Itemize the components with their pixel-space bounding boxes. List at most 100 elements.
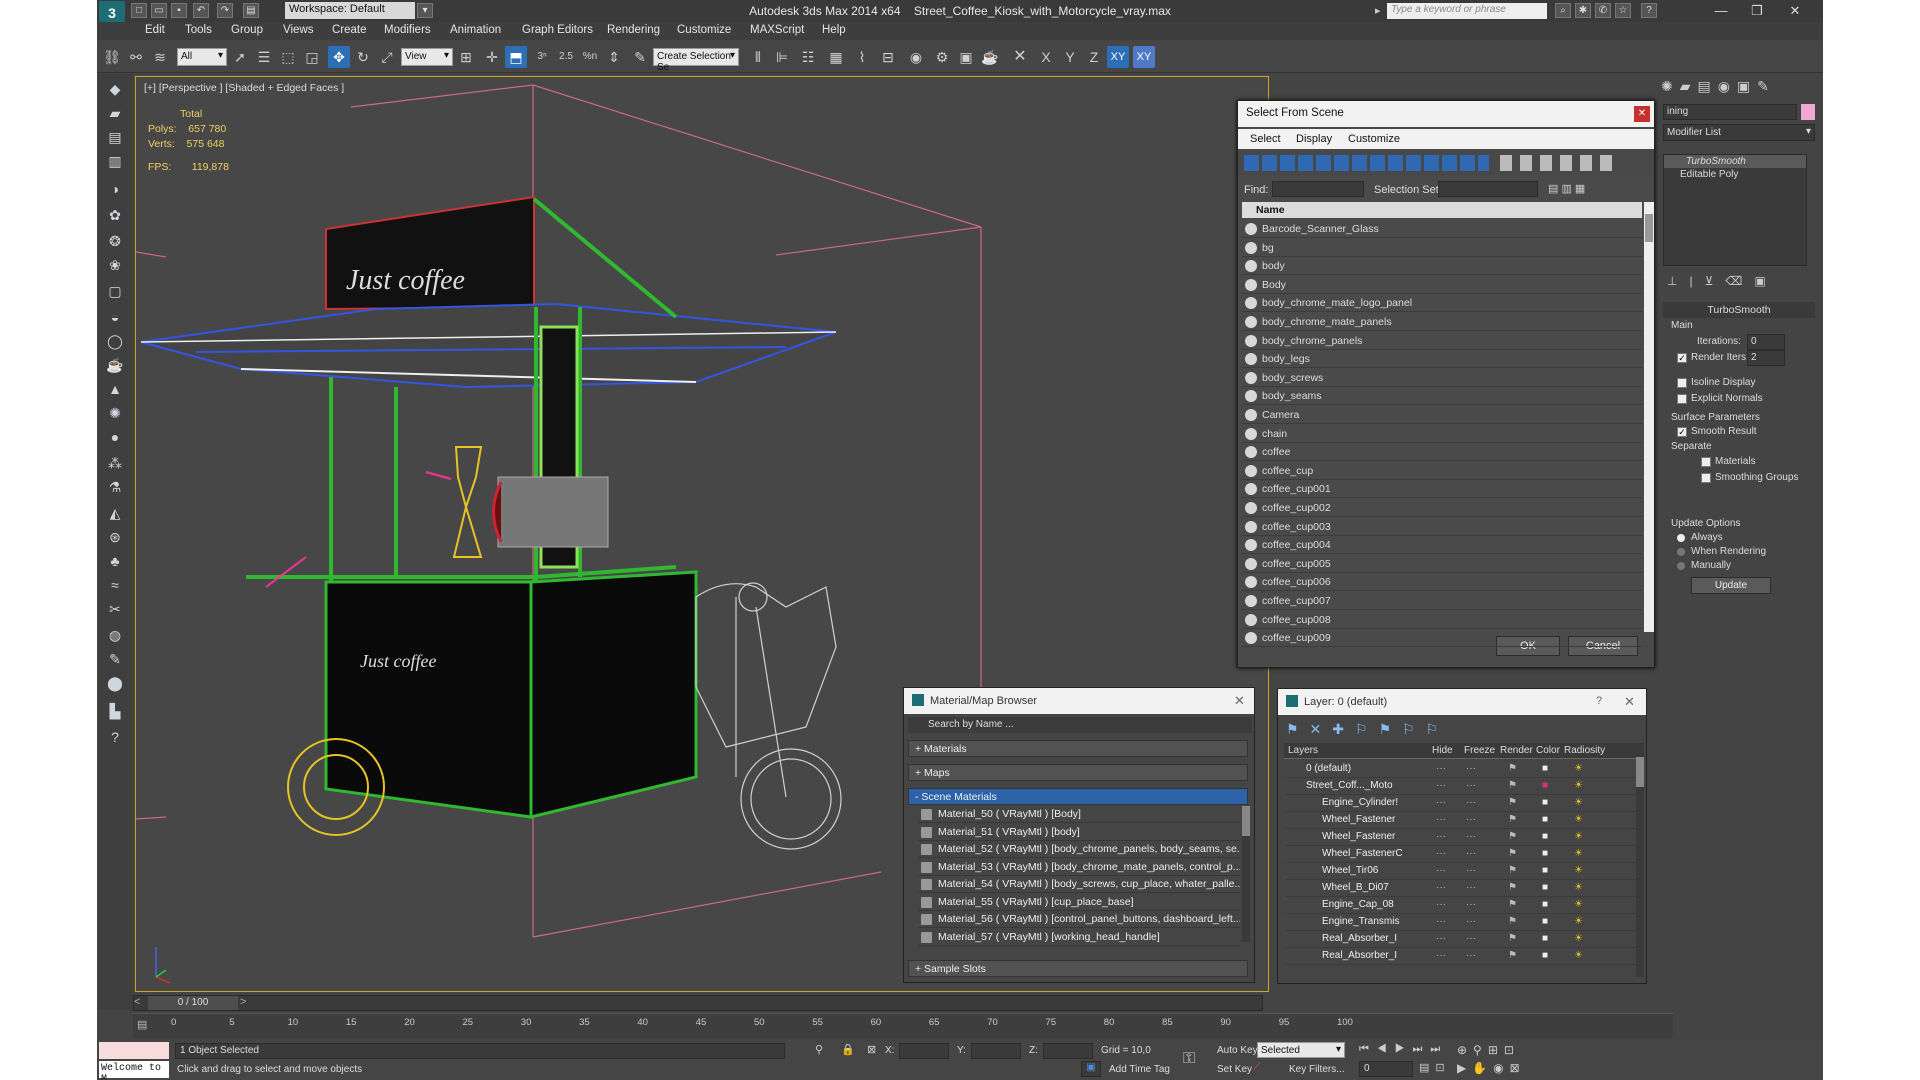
angle-snap-toggle[interactable]: 2.5 (555, 46, 577, 68)
mirror-icon[interactable]: ⫴ (747, 46, 769, 68)
color-swatch[interactable]: ■ (1542, 814, 1548, 825)
render-toggle-icon[interactable]: ⚑ (1508, 848, 1517, 859)
scene-material-item[interactable]: Material_51 ( VRayMtl ) [body] (918, 824, 1240, 841)
layer-row[interactable]: Wheel_Tir06 ··· ··· ⚑ ■ ☀ (1286, 863, 1636, 880)
color-swatch[interactable]: ■ (1542, 882, 1548, 893)
scene-material-item[interactable]: Material_57 ( VRayMtl ) [working_head_ha… (918, 929, 1240, 946)
radio-manually[interactable] (1677, 562, 1685, 570)
render-toggle-icon[interactable]: ⚑ (1508, 950, 1517, 961)
section-scene-materials[interactable]: - Scene Materials (908, 788, 1248, 805)
stack-tool-icons[interactable]: ⊥|⊻⌫▣ (1667, 274, 1778, 288)
menu-select[interactable]: Select (1250, 133, 1281, 145)
color-swatch[interactable]: ■ (1542, 780, 1548, 791)
time-config-icon[interactable]: ▤⊡ (1419, 1061, 1451, 1074)
axis-constraint-xy-toggle[interactable]: ✕ (1009, 46, 1031, 68)
menu-tools[interactable]: Tools (185, 24, 212, 36)
track-bar[interactable]: ▤ 0 5 10 15 20 25 30 35 40 45 50 55 60 65 70 75 80 85 90 95… (133, 1013, 1673, 1038)
radiosity-icon[interactable]: ☀ (1574, 899, 1583, 910)
selection-set-dropdown[interactable] (1438, 181, 1538, 197)
material-scrollbar[interactable] (1242, 806, 1250, 942)
geosphere-icon[interactable]: ● (104, 426, 126, 448)
scene-object-item[interactable]: coffee_cup006 (1242, 573, 1642, 592)
scene-material-item[interactable]: Material_56 ( VRayMtl ) [control_panel_b… (918, 911, 1240, 928)
dynamics-icon[interactable]: ⚗ (104, 476, 126, 498)
iterations-spinner[interactable]: 0 (1747, 334, 1785, 350)
graph-icon[interactable]: ❀ (104, 254, 126, 276)
scene-material-item[interactable]: Material_53 ( VRayMtl ) [body_chrome_mat… (918, 859, 1240, 876)
radiosity-icon[interactable]: ☀ (1574, 865, 1583, 876)
radiosity-icon[interactable]: ☀ (1574, 950, 1583, 961)
edit-named-sel-icon[interactable]: ✎ (629, 46, 651, 68)
layer-row[interactable]: Engine_Cylinder! ··· ··· ⚑ ■ ☀ (1286, 795, 1636, 812)
time-slider[interactable]: < 0 / 100 > (133, 995, 1263, 1011)
radiosity-icon[interactable]: ☀ (1574, 780, 1583, 791)
col-hide[interactable]: Hide (1432, 745, 1453, 756)
hide-toggle[interactable]: ··· (1436, 814, 1446, 825)
select-object-icon[interactable]: ➚ (229, 46, 251, 68)
radiosity-icon[interactable]: ☀ (1574, 848, 1583, 859)
keyboard-shortcut-icon[interactable]: ⬒ (505, 46, 527, 68)
color-swatch[interactable]: ■ (1542, 916, 1548, 927)
scene-material-item[interactable]: Material_55 ( VRayMtl ) [cup_place_base] (918, 894, 1240, 911)
radio-always[interactable] (1677, 534, 1685, 542)
blue-sphere-icon[interactable]: ⬤ (104, 672, 126, 694)
command-tabs-icons[interactable]: ✺▰▤◉▣✎ (1661, 78, 1817, 96)
section-maps[interactable]: + Maps (908, 764, 1248, 781)
create-icon[interactable]: ◆ (104, 78, 126, 100)
color-swatch[interactable]: ■ (1542, 933, 1548, 944)
color-swatch[interactable]: ■ (1542, 797, 1548, 808)
auto-key-button[interactable]: Auto Key (1217, 1045, 1258, 1056)
modifier-list-dropdown[interactable]: Modifier List (1663, 124, 1815, 141)
col-layers[interactable]: Layers (1288, 745, 1318, 756)
hide-toggle[interactable]: ··· (1436, 899, 1446, 910)
key-icon[interactable]: ⚿ (1183, 1050, 1195, 1068)
render-iters-checkbox[interactable]: ✓ (1677, 353, 1687, 363)
close-icon[interactable]: ✕ (1634, 106, 1650, 122)
motion-icon[interactable]: ▥ (104, 150, 126, 172)
hide-toggle[interactable]: ··· (1436, 780, 1446, 791)
scene-object-item[interactable]: coffee (1242, 443, 1642, 462)
menu-create[interactable]: Create (332, 24, 367, 36)
close-icon[interactable]: ✕ (1624, 694, 1635, 710)
radiosity-icon[interactable]: ☀ (1574, 882, 1583, 893)
freeze-toggle[interactable]: ··· (1466, 933, 1476, 944)
radiosity-icon[interactable]: ☀ (1574, 831, 1583, 842)
freeze-toggle[interactable]: ··· (1466, 882, 1476, 893)
scene-object-item[interactable]: coffee_cup (1242, 462, 1642, 480)
smooth-result-checkbox[interactable]: ✓ (1677, 427, 1687, 437)
col-freeze[interactable]: Freeze (1464, 745, 1495, 756)
layer-row[interactable]: Real_Absorber_I ··· ··· ⚑ ■ ☀ (1286, 931, 1636, 948)
menu-animation[interactable]: Animation (450, 24, 501, 36)
light-icon[interactable]: ✺ (104, 402, 126, 424)
curve-editor-icon[interactable]: ⌇ (851, 46, 873, 68)
snaps-toggle[interactable]: 3ⁿ (531, 46, 553, 68)
find-input[interactable] (1272, 181, 1364, 197)
filter-type-icons[interactable] (1244, 155, 1489, 171)
name-column-header[interactable]: Name (1242, 202, 1642, 218)
scene-object-item[interactable]: coffee_cup003 (1242, 518, 1642, 536)
unlink-icon[interactable]: ⚯ (125, 46, 147, 68)
explicit-normals-checkbox[interactable] (1677, 394, 1687, 404)
color-swatch[interactable]: ■ (1542, 848, 1548, 859)
scene-object-item[interactable]: chain (1242, 425, 1642, 443)
menu-views[interactable]: Views (283, 24, 313, 36)
render-toggle-icon[interactable]: ⚑ (1508, 882, 1517, 893)
edit-icon[interactable]: ✎ (104, 648, 126, 670)
select-by-name-icon[interactable]: ☰ (253, 46, 275, 68)
scene-object-item[interactable]: body_screws (1242, 369, 1642, 387)
layer-row[interactable]: Wheel_FastenerC ··· ··· ⚑ ■ ☀ (1286, 846, 1636, 863)
col-radiosity[interactable]: Radiosity (1564, 745, 1605, 756)
scene-material-item[interactable]: Material_50 ( VRayMtl ) [Body] (918, 806, 1240, 823)
axis-xy-cycle-button[interactable]: XY (1133, 46, 1155, 68)
selset-icons[interactable]: ▤ ▥ ▦ (1548, 182, 1585, 195)
menu-group[interactable]: Group (231, 24, 263, 36)
radiosity-icon[interactable]: ☀ (1574, 797, 1583, 808)
schematic-view-icon[interactable]: ⊟ (877, 46, 899, 68)
render-toggle-icon[interactable]: ⚑ (1508, 797, 1517, 808)
freeze-toggle[interactable]: ··· (1466, 848, 1476, 859)
rendered-frame-icon[interactable]: ▣ (955, 46, 977, 68)
render-toggle-icon[interactable]: ⚑ (1508, 814, 1517, 825)
lock-selection-icon[interactable]: 🔒 (841, 1043, 855, 1056)
material-editor-icon[interactable]: ◉ (905, 46, 927, 68)
prev-frame-icon[interactable]: < (134, 996, 146, 1010)
